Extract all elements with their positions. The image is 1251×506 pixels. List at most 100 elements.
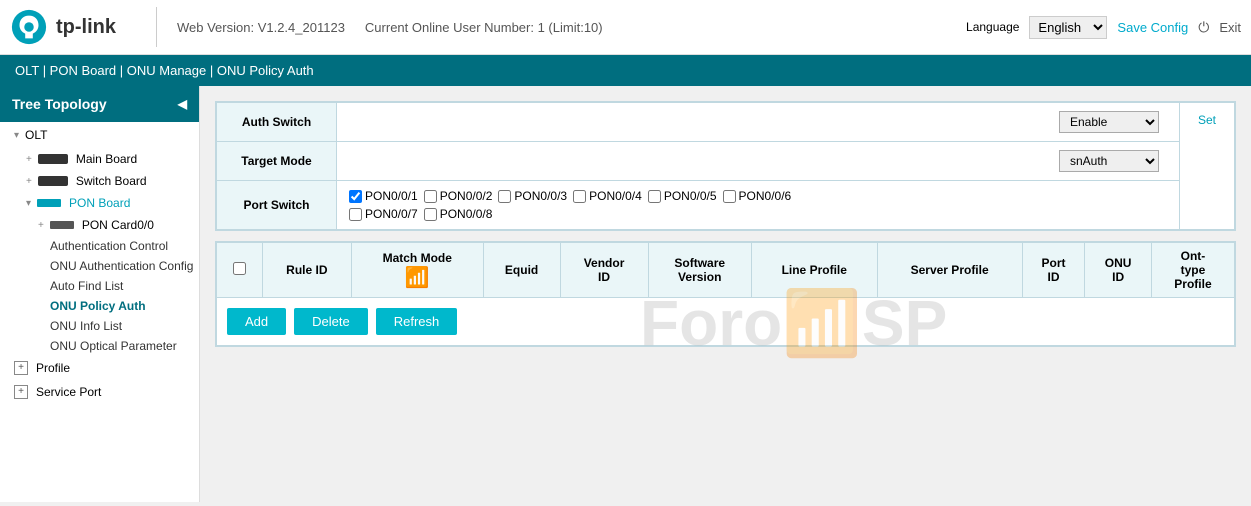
port-switch-value-cell: PON0/0/1 PON0/0/2 PON0/0/3 PON0/0/4 PON0…: [337, 181, 1180, 230]
sidebar-item-pon-board[interactable]: ▾ PON Board: [0, 192, 199, 214]
profile-expand-icon: +: [14, 361, 28, 375]
col-port-id: PortID: [1022, 243, 1085, 298]
port-pon008-checkbox[interactable]: [424, 208, 437, 221]
wifi-icon: 📶: [405, 265, 430, 290]
ont-type-label: Ont-typeProfile: [1174, 249, 1211, 291]
col-server-profile: Server Profile: [877, 243, 1022, 298]
main-layout: Tree Topology ◀ ▾ OLT + Main Board + Swi…: [0, 86, 1251, 502]
language-select[interactable]: English Chinese: [1029, 16, 1107, 39]
web-version: Web Version: V1.2.4_201123: [177, 20, 345, 35]
port-pon002-label[interactable]: PON0/0/2: [424, 189, 493, 203]
software-version-label: SoftwareVersion: [674, 256, 725, 284]
sidebar-item-onu-auth-config[interactable]: ONU Authentication Config: [0, 256, 199, 276]
main-board-device-icon: [38, 154, 68, 164]
target-mode-label: Target Mode: [217, 142, 337, 181]
onu-optical-label: ONU Optical Parameter: [50, 339, 177, 353]
port-pon001-label[interactable]: PON0/0/1: [349, 189, 418, 203]
data-panel: Rule ID Match Mode 📶 Equid VendorID: [215, 241, 1236, 347]
pon-board-label: PON Board: [69, 196, 130, 210]
port-pon007-checkbox[interactable]: [349, 208, 362, 221]
sidebar-item-onu-info[interactable]: ONU Info List: [0, 316, 199, 336]
breadcrumb-text: OLT | PON Board | ONU Manage | ONU Polic…: [15, 63, 314, 78]
header: tp-link Web Version: V1.2.4_201123 Curre…: [0, 0, 1251, 55]
auth-switch-select[interactable]: Enable Disable: [1059, 111, 1159, 133]
logo-text: tp-link: [56, 16, 116, 39]
auth-switch-row: Auth Switch Enable Disable Set: [217, 103, 1235, 142]
port-pon008-label[interactable]: PON0/0/8: [424, 207, 493, 221]
logo: tp-link: [10, 8, 116, 46]
port-pon006-label[interactable]: PON0/0/6: [723, 189, 792, 203]
sidebar-item-onu-optical[interactable]: ONU Optical Parameter: [0, 336, 199, 356]
sidebar-item-switch-board[interactable]: + Switch Board: [0, 170, 199, 192]
header-actions: Language English Chinese Save Config ⏻ E…: [966, 16, 1241, 39]
sidebar-item-olt[interactable]: ▾ OLT: [0, 122, 199, 148]
port-switch-row: Port Switch PON0/0/1 PON0/0/2 PON0/0/3 P…: [217, 181, 1235, 230]
onu-info-label: ONU Info List: [50, 319, 122, 333]
breadcrumb: OLT | PON Board | ONU Manage | ONU Polic…: [0, 55, 1251, 86]
col-checkbox: [217, 243, 263, 298]
sidebar-item-service-port[interactable]: + Service Port: [0, 380, 199, 404]
pon-card-label: PON Card0/0: [82, 218, 154, 232]
poncard-expand-icon: +: [38, 220, 44, 231]
sidebar: Tree Topology ◀ ▾ OLT + Main Board + Swi…: [0, 86, 200, 502]
switchboard-expand-icon: +: [26, 176, 32, 187]
port-pon005-label[interactable]: PON0/0/5: [648, 189, 717, 203]
target-mode-select[interactable]: snAuth loid mac: [1059, 150, 1159, 172]
col-software-version: SoftwareVersion: [648, 243, 751, 298]
sidebar-header: Tree Topology ◀: [0, 86, 199, 122]
action-bar: Add Delete Refresh: [216, 298, 1235, 346]
data-table-header: Rule ID Match Mode 📶 Equid VendorID: [217, 243, 1235, 298]
col-ont-type: Ont-typeProfile: [1151, 243, 1234, 298]
col-equid: Equid: [483, 243, 560, 298]
auto-find-label: Auto Find List: [50, 279, 123, 293]
onu-id-label: ONUID: [1105, 256, 1132, 284]
col-rule-id: Rule ID: [262, 243, 351, 298]
language-label: Language: [966, 20, 1019, 34]
refresh-button[interactable]: Refresh: [376, 308, 458, 335]
online-users: Current Online User Number: 1 (Limit:10): [365, 20, 603, 35]
port-pon007-label[interactable]: PON0/0/7: [349, 207, 418, 221]
olt-label: OLT: [25, 128, 47, 142]
sidebar-item-pon-card[interactable]: + PON Card0/0: [0, 214, 199, 236]
save-config-button[interactable]: Save Config: [1117, 20, 1188, 35]
exit-link[interactable]: Exit: [1219, 20, 1241, 35]
port-pon002-checkbox[interactable]: [424, 190, 437, 203]
add-button[interactable]: Add: [227, 308, 286, 335]
port-pon003-checkbox[interactable]: [498, 190, 511, 203]
select-all-checkbox[interactable]: [233, 262, 246, 275]
content-area: Foro📶SP Auth Switch Enable Disable: [200, 86, 1251, 502]
col-match-mode: Match Mode 📶: [351, 243, 483, 298]
auth-switch-label: Auth Switch: [217, 103, 337, 142]
onu-policy-label: ONU Policy Auth: [50, 299, 146, 313]
tplink-logo-icon: [10, 8, 48, 46]
pon-board-device-icon: [37, 199, 61, 207]
switch-board-device-icon: [38, 176, 68, 186]
switch-board-label: Switch Board: [76, 174, 147, 188]
set-link[interactable]: Set: [1192, 109, 1222, 131]
port-pon001-checkbox[interactable]: [349, 190, 362, 203]
auth-control-label: Authentication Control: [50, 239, 168, 253]
target-mode-row: Target Mode snAuth loid mac: [217, 142, 1235, 181]
sidebar-title: Tree Topology: [12, 96, 107, 112]
service-port-expand-icon: +: [14, 385, 28, 399]
ponboard-expand-icon: ▾: [26, 198, 31, 209]
port-pon004-checkbox[interactable]: [573, 190, 586, 203]
sidebar-item-profile[interactable]: + Profile: [0, 356, 199, 380]
port-pon005-checkbox[interactable]: [648, 190, 661, 203]
sidebar-item-auto-find[interactable]: Auto Find List: [0, 276, 199, 296]
port-pon003-label[interactable]: PON0/0/3: [498, 189, 567, 203]
target-mode-value-cell: snAuth loid mac: [337, 142, 1180, 181]
sidebar-item-onu-policy[interactable]: ONU Policy Auth: [0, 296, 199, 316]
port-switches-container: PON0/0/1 PON0/0/2 PON0/0/3 PON0/0/4 PON0…: [349, 189, 1167, 203]
mainboard-expand-icon: +: [26, 154, 32, 165]
sidebar-item-main-board[interactable]: + Main Board: [0, 148, 199, 170]
port-pon004-label[interactable]: PON0/0/4: [573, 189, 642, 203]
sidebar-collapse-icon[interactable]: ◀: [178, 97, 187, 111]
port-pon006-checkbox[interactable]: [723, 190, 736, 203]
match-mode-label: Match Mode: [383, 251, 452, 265]
sidebar-item-auth-control[interactable]: Authentication Control: [0, 236, 199, 256]
data-table: Rule ID Match Mode 📶 Equid VendorID: [216, 242, 1235, 298]
olt-expand-icon: ▾: [14, 130, 19, 141]
delete-button[interactable]: Delete: [294, 308, 368, 335]
col-line-profile: Line Profile: [751, 243, 877, 298]
